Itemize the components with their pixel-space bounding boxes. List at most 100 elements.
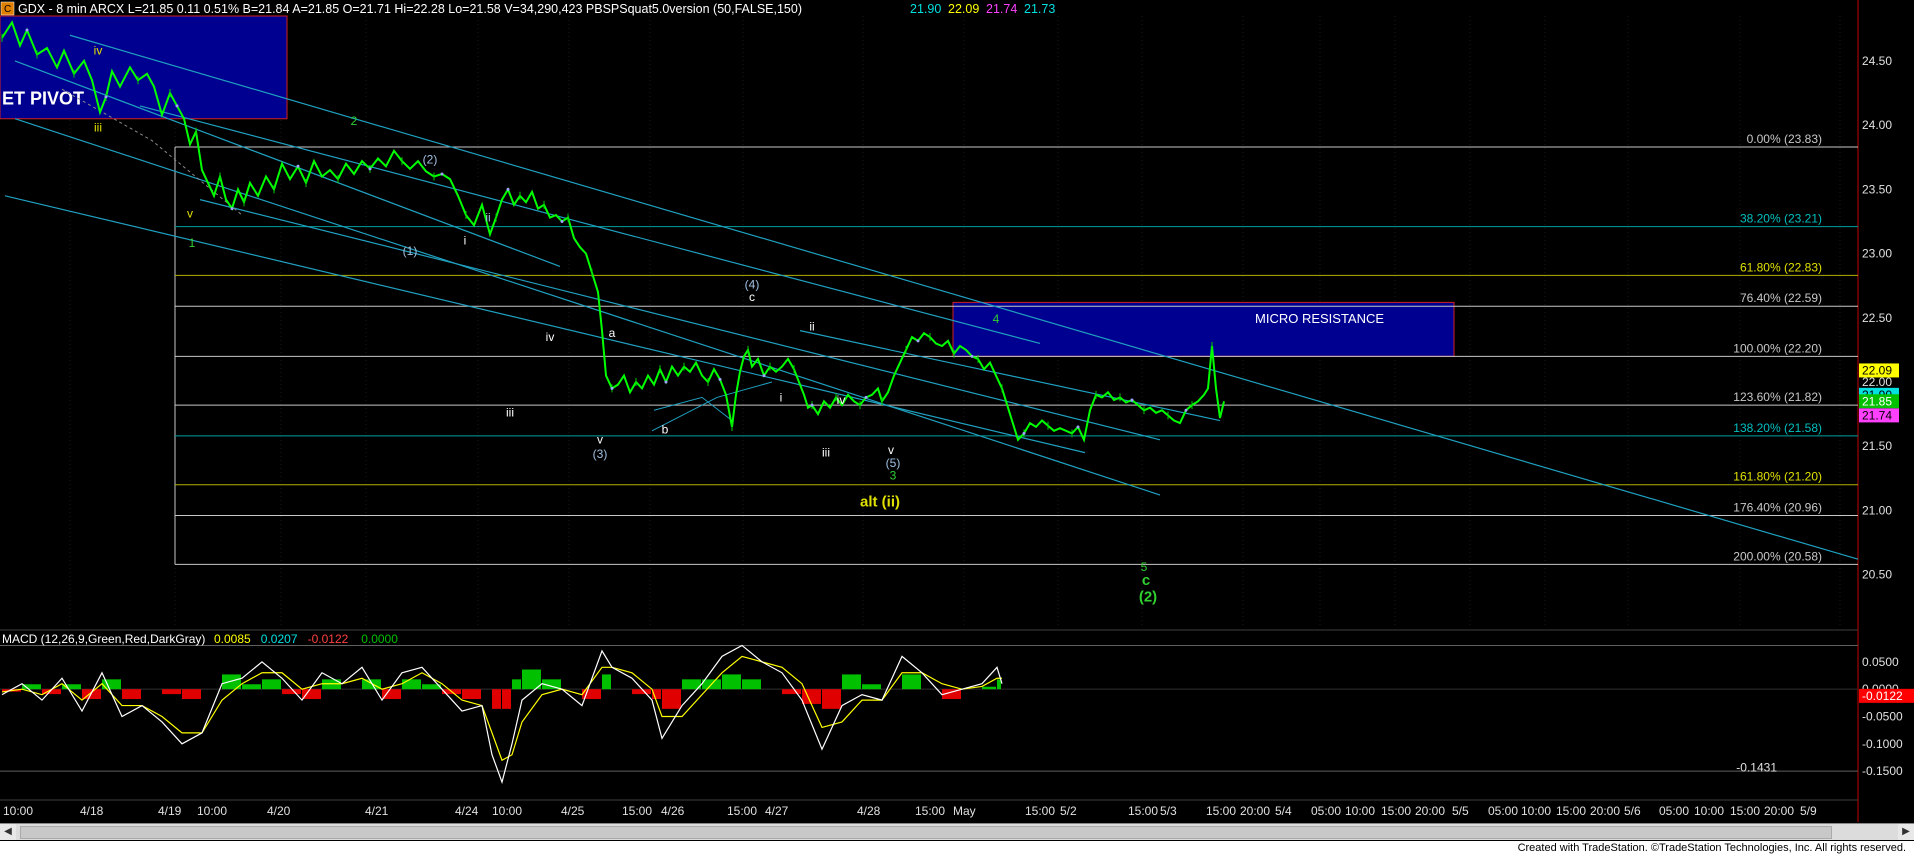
macd-histogram-bar <box>662 689 681 709</box>
fib-label: 38.20% (23.21) <box>1740 212 1822 226</box>
fib-label: 200.00% (20.58) <box>1733 549 1822 563</box>
pivot-dot <box>810 403 814 407</box>
macd-histogram-bar <box>722 674 741 690</box>
fib-label: 0.00% (23.83) <box>1747 132 1822 146</box>
wave-label: (2) <box>423 153 438 167</box>
macd-histogram-bar <box>182 689 201 700</box>
pivot-dot <box>1130 398 1134 402</box>
symbol-info: GDX - 8 min ARCX L=21.85 0.11 0.51% B=21… <box>18 2 802 16</box>
time-tick-label: 20:00 <box>1590 804 1620 818</box>
footer-credit: Created with TradeStation. ©TradeStation… <box>0 841 1914 856</box>
time-tick-label: 15:00 <box>1025 804 1055 818</box>
price-tick-label: 23.00 <box>1862 247 1892 261</box>
time-tick-label: 15:00 <box>1556 804 1586 818</box>
fib-label: 100.00% (22.20) <box>1733 341 1822 355</box>
et-pivot-label: ET PIVOT <box>2 89 84 109</box>
macd-histogram-bar <box>122 689 141 700</box>
wave-label: c <box>749 290 755 304</box>
wave-label: ii <box>485 210 490 224</box>
time-tick-label: 05:00 <box>1488 804 1518 818</box>
time-tick-label: 10:00 <box>1694 804 1724 818</box>
time-tick-label: 4/24 <box>455 804 479 818</box>
time-tick-label: 4/25 <box>561 804 585 818</box>
horizontal-scrollbar[interactable]: ◀ ▶ <box>0 823 1914 840</box>
pivot-dot <box>175 104 179 108</box>
scroll-right-icon[interactable]: ▶ <box>1898 824 1914 840</box>
time-tick-label: 5/6 <box>1624 804 1641 818</box>
wave-label: (3) <box>593 447 608 461</box>
macd-histogram-bar <box>782 689 801 695</box>
symbol-box-label: C <box>4 4 11 15</box>
time-tick-label: 5/5 <box>1452 804 1469 818</box>
pivot-dot <box>440 172 444 176</box>
fib-label: 176.40% (20.96) <box>1733 501 1822 515</box>
pivot-dot <box>916 339 920 343</box>
macd-histogram-bar <box>902 674 921 690</box>
price-marker-label: 22.09 <box>1862 363 1892 377</box>
time-tick-label: 15:00 <box>1206 804 1236 818</box>
pivot-dot <box>25 28 29 32</box>
wave-label: 1 <box>189 236 196 250</box>
wave-label: iv <box>546 330 555 344</box>
pivot-dot <box>970 354 974 358</box>
macd-histogram-bar <box>242 684 261 690</box>
macd-histogram-bar <box>982 686 996 690</box>
price-marker-label: 21.85 <box>1862 394 1892 408</box>
time-tick-label: 20:00 <box>1415 804 1445 818</box>
wave-label: alt (ii) <box>860 494 900 511</box>
macd-value: 0.0085 <box>214 632 251 646</box>
macd-histogram-bar <box>282 689 301 695</box>
time-tick-label: 15:00 <box>727 804 757 818</box>
pivot-dot <box>296 164 300 168</box>
scroll-thumb[interactable] <box>20 826 1832 839</box>
pivot-dot <box>610 386 614 390</box>
time-tick-label: 20:00 <box>1240 804 1270 818</box>
macd-tick-label: -0.0500 <box>1862 710 1903 724</box>
wave-label: ii <box>809 320 814 334</box>
time-tick-label: 15:00 <box>1730 804 1760 818</box>
price-tick-label: 23.50 <box>1862 182 1892 196</box>
price-tick-label: 22.50 <box>1862 311 1892 325</box>
price-tick-label: 24.00 <box>1862 118 1892 132</box>
macd-histogram-bar <box>512 679 521 690</box>
scroll-left-icon[interactable]: ◀ <box>0 824 16 840</box>
price-tick-label: 24.50 <box>1862 54 1892 68</box>
time-tick-label: 4/21 <box>365 804 389 818</box>
indicator-value: 21.74 <box>986 2 1017 16</box>
time-tick-label: 15:00 <box>1381 804 1411 818</box>
macd-histogram-bar <box>382 689 401 700</box>
macd-value: 0.0207 <box>261 632 298 646</box>
time-tick-label: 05:00 <box>1659 804 1689 818</box>
pivot-dot <box>368 167 372 171</box>
indicator-value: 21.73 <box>1024 2 1055 16</box>
time-tick-label: 5/2 <box>1060 804 1077 818</box>
price-tick-label: 20.50 <box>1862 568 1892 582</box>
time-tick-label: 15:00 <box>1128 804 1158 818</box>
micro-resistance-label: MICRO RESISTANCE <box>1255 311 1384 326</box>
macd-histogram-bar <box>402 679 421 690</box>
macd-value: 0.0000 <box>361 632 398 646</box>
price-tick-label: 21.50 <box>1862 439 1892 453</box>
pivot-dot <box>230 207 234 211</box>
macd-min-label: -0.1431 <box>1736 760 1777 774</box>
time-tick-label: 10:00 <box>492 804 522 818</box>
pivot-dot <box>864 395 868 399</box>
fib-label: 76.40% (22.59) <box>1740 291 1822 305</box>
pivot-dot <box>718 377 722 381</box>
macd-histogram-bar <box>742 679 761 690</box>
macd-histogram-bar <box>632 689 651 695</box>
time-tick-label: 4/18 <box>80 804 104 818</box>
price-marker-label: 21.74 <box>1862 408 1892 422</box>
pivot-dot <box>1184 408 1188 412</box>
price-tick-label: 21.00 <box>1862 503 1892 517</box>
indicator-value: 22.09 <box>948 2 979 16</box>
macd-histogram-bar <box>502 689 511 709</box>
macd-histogram-bar <box>862 684 881 690</box>
macd-histogram-bar <box>262 679 281 690</box>
time-tick-label: May <box>953 804 976 818</box>
wave-label: 3 <box>890 469 897 483</box>
macd-histogram-bar <box>802 689 821 704</box>
wave-label: c <box>1142 572 1150 589</box>
time-tick-label: 4/28 <box>857 804 881 818</box>
time-tick-label: 10:00 <box>1521 804 1551 818</box>
